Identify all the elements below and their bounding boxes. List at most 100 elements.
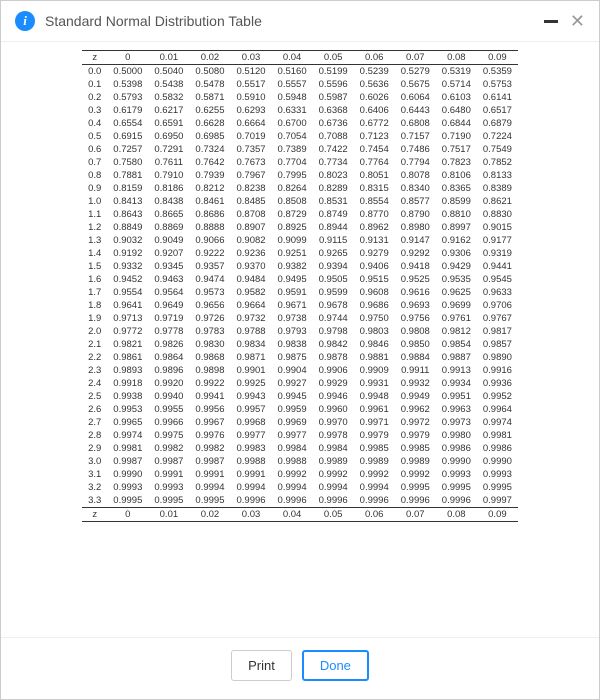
- probability-cell: 0.7123: [354, 130, 395, 143]
- print-button[interactable]: Print: [231, 650, 292, 681]
- probability-cell: 0.6103: [436, 91, 477, 104]
- probability-cell: 0.9890: [477, 351, 518, 364]
- probability-cell: 0.9821: [107, 338, 148, 351]
- z-value: 0.1: [82, 78, 107, 91]
- probability-cell: 0.8962: [354, 221, 395, 234]
- probability-cell: 0.8508: [272, 195, 313, 208]
- probability-cell: 0.8749: [313, 208, 354, 221]
- probability-cell: 0.9996: [272, 494, 313, 508]
- probability-cell: 0.7852: [477, 156, 518, 169]
- probability-cell: 0.7734: [313, 156, 354, 169]
- table-footer: z00.010.020.030.040.050.060.070.080.09: [82, 508, 518, 522]
- probability-cell: 0.9515: [354, 273, 395, 286]
- probability-cell: 0.9906: [313, 364, 354, 377]
- probability-cell: 0.9608: [354, 286, 395, 299]
- probability-cell: 0.8849: [107, 221, 148, 234]
- probability-cell: 0.7549: [477, 143, 518, 156]
- probability-cell: 0.9996: [395, 494, 436, 508]
- table-header: z00.010.020.030.040.050.060.070.080.09: [82, 51, 518, 65]
- probability-cell: 0.7823: [436, 156, 477, 169]
- column-header: 0.06: [354, 51, 395, 65]
- probability-cell: 0.9982: [189, 442, 230, 455]
- probability-cell: 0.9956: [189, 403, 230, 416]
- probability-cell: 0.9767: [477, 312, 518, 325]
- probability-cell: 0.9985: [395, 442, 436, 455]
- probability-cell: 0.9931: [354, 377, 395, 390]
- probability-cell: 0.9955: [148, 403, 189, 416]
- probability-cell: 0.5199: [313, 65, 354, 79]
- probability-cell: 0.9812: [436, 325, 477, 338]
- column-footer: 0: [107, 508, 148, 522]
- table-row: 0.40.65540.65910.66280.66640.67000.67360…: [82, 117, 518, 130]
- probability-cell: 0.9963: [436, 403, 477, 416]
- probability-cell: 0.9846: [354, 338, 395, 351]
- column-footer: 0.09: [477, 508, 518, 522]
- close-icon[interactable]: ✕: [570, 14, 585, 28]
- probability-cell: 0.9925: [230, 377, 271, 390]
- probability-cell: 0.6950: [148, 130, 189, 143]
- probability-cell: 0.8554: [354, 195, 395, 208]
- probability-cell: 0.9582: [230, 286, 271, 299]
- probability-cell: 0.8389: [477, 182, 518, 195]
- probability-cell: 0.5948: [272, 91, 313, 104]
- probability-cell: 0.9995: [148, 494, 189, 508]
- probability-cell: 0.9868: [189, 351, 230, 364]
- minimize-icon[interactable]: [544, 20, 558, 23]
- z-value: 2.5: [82, 390, 107, 403]
- z-value: 2.2: [82, 351, 107, 364]
- probability-cell: 0.7611: [148, 156, 189, 169]
- z-value: 0.8: [82, 169, 107, 182]
- probability-cell: 0.7580: [107, 156, 148, 169]
- probability-cell: 0.9756: [395, 312, 436, 325]
- column-header: 0.01: [148, 51, 189, 65]
- probability-cell: 0.9015: [477, 221, 518, 234]
- probability-cell: 0.8485: [230, 195, 271, 208]
- probability-cell: 0.9992: [395, 468, 436, 481]
- probability-cell: 0.9971: [354, 416, 395, 429]
- table-row: 1.80.96410.96490.96560.96640.96710.96780…: [82, 299, 518, 312]
- probability-cell: 0.7794: [395, 156, 436, 169]
- probability-cell: 0.7019: [230, 130, 271, 143]
- dialog-window: i Standard Normal Distribution Table ✕ z…: [0, 0, 600, 700]
- probability-cell: 0.9808: [395, 325, 436, 338]
- probability-cell: 0.9115: [313, 234, 354, 247]
- probability-cell: 0.6026: [354, 91, 395, 104]
- probability-cell: 0.9505: [313, 273, 354, 286]
- table-row: 1.10.86430.86650.86860.87080.87290.87490…: [82, 208, 518, 221]
- z-value: 0.5: [82, 130, 107, 143]
- info-icon: i: [15, 11, 35, 31]
- probability-cell: 0.9474: [189, 273, 230, 286]
- z-value: 3.1: [82, 468, 107, 481]
- probability-cell: 0.9793: [272, 325, 313, 338]
- table-row: 3.30.99950.99950.99950.99960.99960.99960…: [82, 494, 518, 508]
- probability-cell: 0.8944: [313, 221, 354, 234]
- probability-cell: 0.9778: [148, 325, 189, 338]
- z-value: 1.0: [82, 195, 107, 208]
- probability-cell: 0.7967: [230, 169, 271, 182]
- table-row: 3.00.99870.99870.99870.99880.99880.99890…: [82, 455, 518, 468]
- probability-cell: 0.9994: [189, 481, 230, 494]
- probability-cell: 0.7704: [272, 156, 313, 169]
- probability-cell: 0.9990: [477, 455, 518, 468]
- column-header: 0.02: [189, 51, 230, 65]
- table-row: 2.00.97720.97780.97830.97880.97930.97980…: [82, 325, 518, 338]
- probability-cell: 0.7764: [354, 156, 395, 169]
- table-row: 2.50.99380.99400.99410.99430.99450.99460…: [82, 390, 518, 403]
- probability-cell: 0.9992: [272, 468, 313, 481]
- probability-cell: 0.8665: [148, 208, 189, 221]
- probability-cell: 0.9988: [272, 455, 313, 468]
- table-row: 2.40.99180.99200.99220.99250.99270.99290…: [82, 377, 518, 390]
- probability-cell: 0.9987: [148, 455, 189, 468]
- column-header: 0.09: [477, 51, 518, 65]
- column-footer: 0.02: [189, 508, 230, 522]
- probability-cell: 0.9441: [477, 260, 518, 273]
- probability-cell: 0.6406: [354, 104, 395, 117]
- table-row: 2.80.99740.99750.99760.99770.99770.99780…: [82, 429, 518, 442]
- probability-cell: 0.9932: [395, 377, 436, 390]
- probability-cell: 0.9909: [354, 364, 395, 377]
- probability-cell: 0.9738: [272, 312, 313, 325]
- done-button[interactable]: Done: [302, 650, 369, 681]
- z-value: 2.7: [82, 416, 107, 429]
- probability-cell: 0.9995: [395, 481, 436, 494]
- probability-cell: 0.9452: [107, 273, 148, 286]
